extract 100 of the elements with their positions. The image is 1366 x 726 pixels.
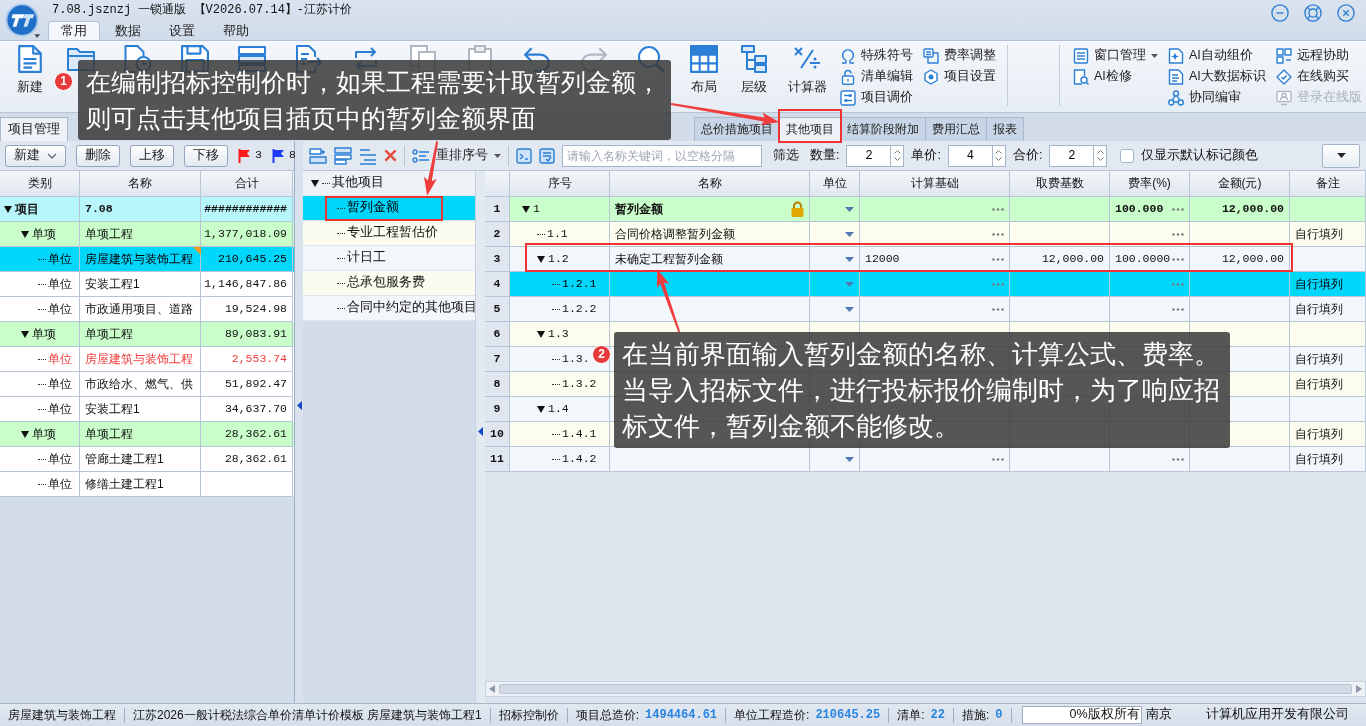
filter-button[interactable]: 筛选 bbox=[769, 147, 803, 164]
toolbar-button[interactable]: 在线购买 bbox=[1272, 66, 1365, 87]
number-field[interactable]: 4 bbox=[947, 144, 992, 167]
view-tab[interactable]: 总价措施项目 bbox=[694, 117, 780, 141]
more-icon[interactable] bbox=[992, 257, 1004, 261]
collapse-arrow-icon[interactable] bbox=[296, 401, 302, 410]
tree-row[interactable]: 单位 市政给水、燃气、供 51,892.47 bbox=[0, 372, 294, 397]
table-row[interactable]: 2 1.1 合同价格调整暂列金额 自行填列 bbox=[485, 222, 1366, 247]
toolbar-button[interactable]: 下移 bbox=[184, 144, 228, 167]
toolbar-button[interactable]: 项目设置 bbox=[920, 66, 999, 87]
app-logo-icon[interactable] bbox=[5, 3, 41, 39]
collapse-arrow-icon[interactable] bbox=[478, 427, 483, 436]
menu-tab[interactable]: 数据 bbox=[102, 21, 154, 40]
toolbar-button[interactable]: 清单编辑 bbox=[837, 66, 916, 87]
tree-row[interactable]: 单位 房屋建筑与装饰工程 210,645.25 bbox=[0, 247, 294, 272]
more-icon[interactable] bbox=[1172, 207, 1184, 211]
tree-item[interactable]: 专业工程暂估价 bbox=[303, 221, 475, 246]
minimize-icon[interactable] bbox=[1271, 4, 1289, 22]
toolbar-button[interactable]: AI自动组价 bbox=[1165, 45, 1269, 66]
spin-button[interactable] bbox=[1093, 144, 1108, 167]
more-icon[interactable] bbox=[992, 457, 1004, 461]
toolbar-button[interactable]: 层级 bbox=[729, 45, 779, 96]
tree-item[interactable]: 合同中约定的其他项目 bbox=[303, 296, 475, 321]
toolbar-button[interactable]: 上移 bbox=[130, 144, 174, 167]
toolbar-button[interactable]: 窗口管理 bbox=[1070, 45, 1161, 66]
caret-down-icon[interactable] bbox=[537, 330, 545, 338]
more-icon[interactable] bbox=[1172, 307, 1184, 311]
more-icon[interactable] bbox=[992, 307, 1004, 311]
close-icon[interactable] bbox=[1337, 4, 1355, 22]
caret-down-icon[interactable] bbox=[537, 255, 545, 263]
toolbar-button[interactable]: AI检修 bbox=[1070, 66, 1161, 87]
more-icon[interactable] bbox=[1172, 257, 1184, 261]
toolbar-button[interactable]: 特殊符号 bbox=[837, 45, 916, 66]
horizontal-scrollbar[interactable] bbox=[485, 681, 1366, 697]
table-row[interactable]: 11 1.4.2 自行填列 bbox=[485, 447, 1366, 472]
tree-item[interactable]: 其他项目 bbox=[303, 171, 475, 196]
menu-tab[interactable]: 帮助 bbox=[210, 21, 262, 40]
toolbar-button[interactable]: 计算器 bbox=[779, 45, 835, 96]
tree-row[interactable]: 单项 单项工程 28,362.61 bbox=[0, 422, 294, 447]
tree-row[interactable]: 项目 7.08 ############ bbox=[0, 197, 294, 222]
number-field[interactable]: 2 bbox=[1049, 144, 1094, 167]
table-row[interactable]: 4 1.2.1 自行填列 bbox=[485, 272, 1366, 297]
tree-row[interactable]: 单位 安装工程1 1,146,847.86 bbox=[0, 272, 294, 297]
view-tab[interactable]: 其他项目 bbox=[779, 117, 841, 141]
toolbar-button[interactable]: 协同编审 bbox=[1165, 87, 1269, 108]
tree-row[interactable]: 单位 管廊土建工程1 28,362.61 bbox=[0, 447, 294, 472]
view-tab[interactable]: 费用汇总 bbox=[925, 117, 987, 141]
tree-item[interactable]: 计日工 bbox=[303, 246, 475, 271]
caret-down-icon[interactable] bbox=[21, 430, 29, 438]
toolbar-button[interactable]: 项目调价 bbox=[837, 87, 916, 108]
tree-row[interactable]: 单项 单项工程 1,377,018.09 bbox=[0, 222, 294, 247]
more-icon[interactable] bbox=[1172, 232, 1184, 236]
toolbar-button[interactable]: 新建 bbox=[8, 45, 52, 96]
ring-icon[interactable] bbox=[1304, 4, 1322, 22]
table-row[interactable]: 3 1.2 未确定工程暂列金额 12000 12,000.00 100.0000 12,000.00 bbox=[485, 247, 1366, 272]
caret-down-icon[interactable] bbox=[21, 230, 29, 238]
table-row[interactable]: 1 1 暂列金额 100.000 12,000.00 bbox=[485, 197, 1366, 222]
menu-tab[interactable]: 设置 bbox=[156, 21, 208, 40]
panel-tab[interactable]: 项目管理 bbox=[0, 117, 68, 141]
toolbar-button[interactable]: 布局 bbox=[679, 45, 729, 96]
caret-down-icon[interactable] bbox=[21, 330, 29, 338]
toolbar-button[interactable]: 新建 bbox=[5, 144, 66, 167]
arrow-right-icon[interactable] bbox=[1356, 685, 1362, 693]
delete-icon[interactable] bbox=[384, 149, 397, 162]
toolbar-button[interactable]: 费率调整 bbox=[920, 45, 999, 66]
number-field[interactable]: 2 bbox=[846, 144, 891, 167]
more-icon[interactable] bbox=[1172, 282, 1184, 286]
list-icon[interactable] bbox=[359, 146, 377, 165]
more-icon[interactable] bbox=[992, 207, 1004, 211]
toolbar-button[interactable]: 远程协助 bbox=[1272, 45, 1365, 66]
tree-row[interactable]: 单位 市政通用项目、道路 19,524.98 bbox=[0, 297, 294, 322]
view-tab[interactable]: 报表 bbox=[986, 117, 1024, 141]
caret-down-icon[interactable] bbox=[311, 179, 319, 187]
caret-down-icon[interactable] bbox=[537, 405, 545, 413]
arrow-left-icon[interactable] bbox=[489, 685, 495, 693]
more-icon[interactable] bbox=[1172, 457, 1184, 461]
toolbar-button[interactable]: 删除 bbox=[76, 144, 120, 167]
more-icon[interactable] bbox=[992, 232, 1004, 236]
rows-icon[interactable] bbox=[334, 146, 352, 165]
rows-icon[interactable] bbox=[309, 146, 327, 165]
checkbox[interactable] bbox=[1120, 148, 1135, 163]
menu-tab[interactable]: 常用 bbox=[48, 21, 100, 40]
toolbar-button[interactable]: AI大数据标识 bbox=[1165, 66, 1269, 87]
table-row[interactable]: 5 1.2.2 自行填列 bbox=[485, 297, 1366, 322]
tree-row[interactable]: 单位 安装工程1 34,637.70 bbox=[0, 397, 294, 422]
caret-down-icon[interactable] bbox=[522, 205, 530, 213]
view-tab[interactable]: 结算阶段附加 bbox=[840, 117, 926, 141]
scrollbar-thumb[interactable] bbox=[499, 684, 1352, 694]
tree-item[interactable]: 暂列金额 bbox=[347, 200, 399, 216]
tree-row[interactable]: 单位 房屋建筑与装饰工程 2,553.74 bbox=[0, 347, 294, 372]
tree-row[interactable]: 单项 单项工程 89,083.91 bbox=[0, 322, 294, 347]
caret-down-icon[interactable] bbox=[4, 205, 12, 213]
dropdown-button[interactable] bbox=[1322, 143, 1360, 168]
toolbar-button[interactable]: 重排序号 bbox=[412, 147, 501, 164]
search-field[interactable]: 请输入名称关键词，以空格分隔 bbox=[562, 144, 762, 167]
spin-button[interactable] bbox=[890, 144, 905, 167]
tree-row[interactable]: 单位 修缮土建工程1 bbox=[0, 472, 294, 497]
tree-item[interactable]: 总承包服务费 bbox=[303, 271, 475, 296]
more-icon[interactable] bbox=[992, 282, 1004, 286]
checkbox-label[interactable]: 仅显示默认标记颜色 bbox=[1141, 147, 1259, 164]
